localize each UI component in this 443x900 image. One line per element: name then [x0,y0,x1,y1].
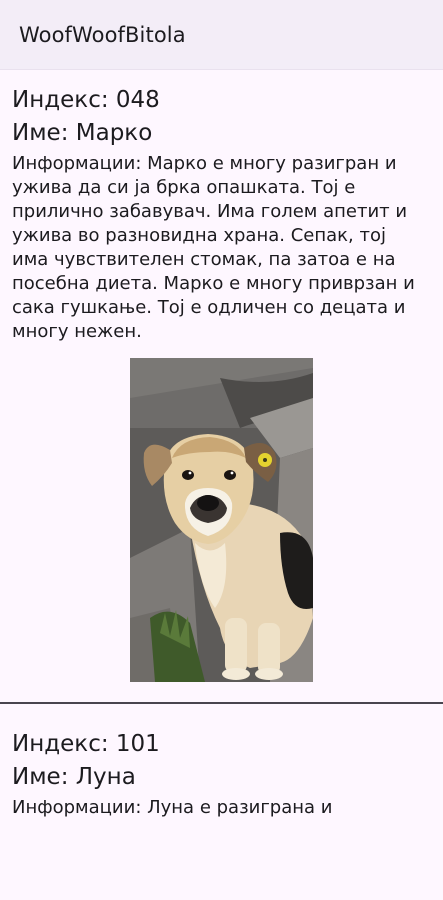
dog-info: Информации: Марко е многу разигран и ужи… [12,153,415,342]
dog-index: Индекс: 048 [12,87,160,113]
dog-name: Име: Луна [12,764,136,790]
dog-photo [130,358,313,682]
dog-card: Индекс: 101 Име: Луна Информации: Луна е… [0,704,443,820]
app-title: WoofWoofBitola [19,22,186,47]
dog-name: Име: Марко [12,120,153,146]
top-app-bar: WoofWoofBitola [0,0,443,70]
dog-card: Индекс: 048 Име: Марко Информации: Марко… [0,70,443,682]
dog-info: Информации: Луна е разиграна и [12,797,333,818]
dog-index: Индекс: 101 [12,731,160,757]
